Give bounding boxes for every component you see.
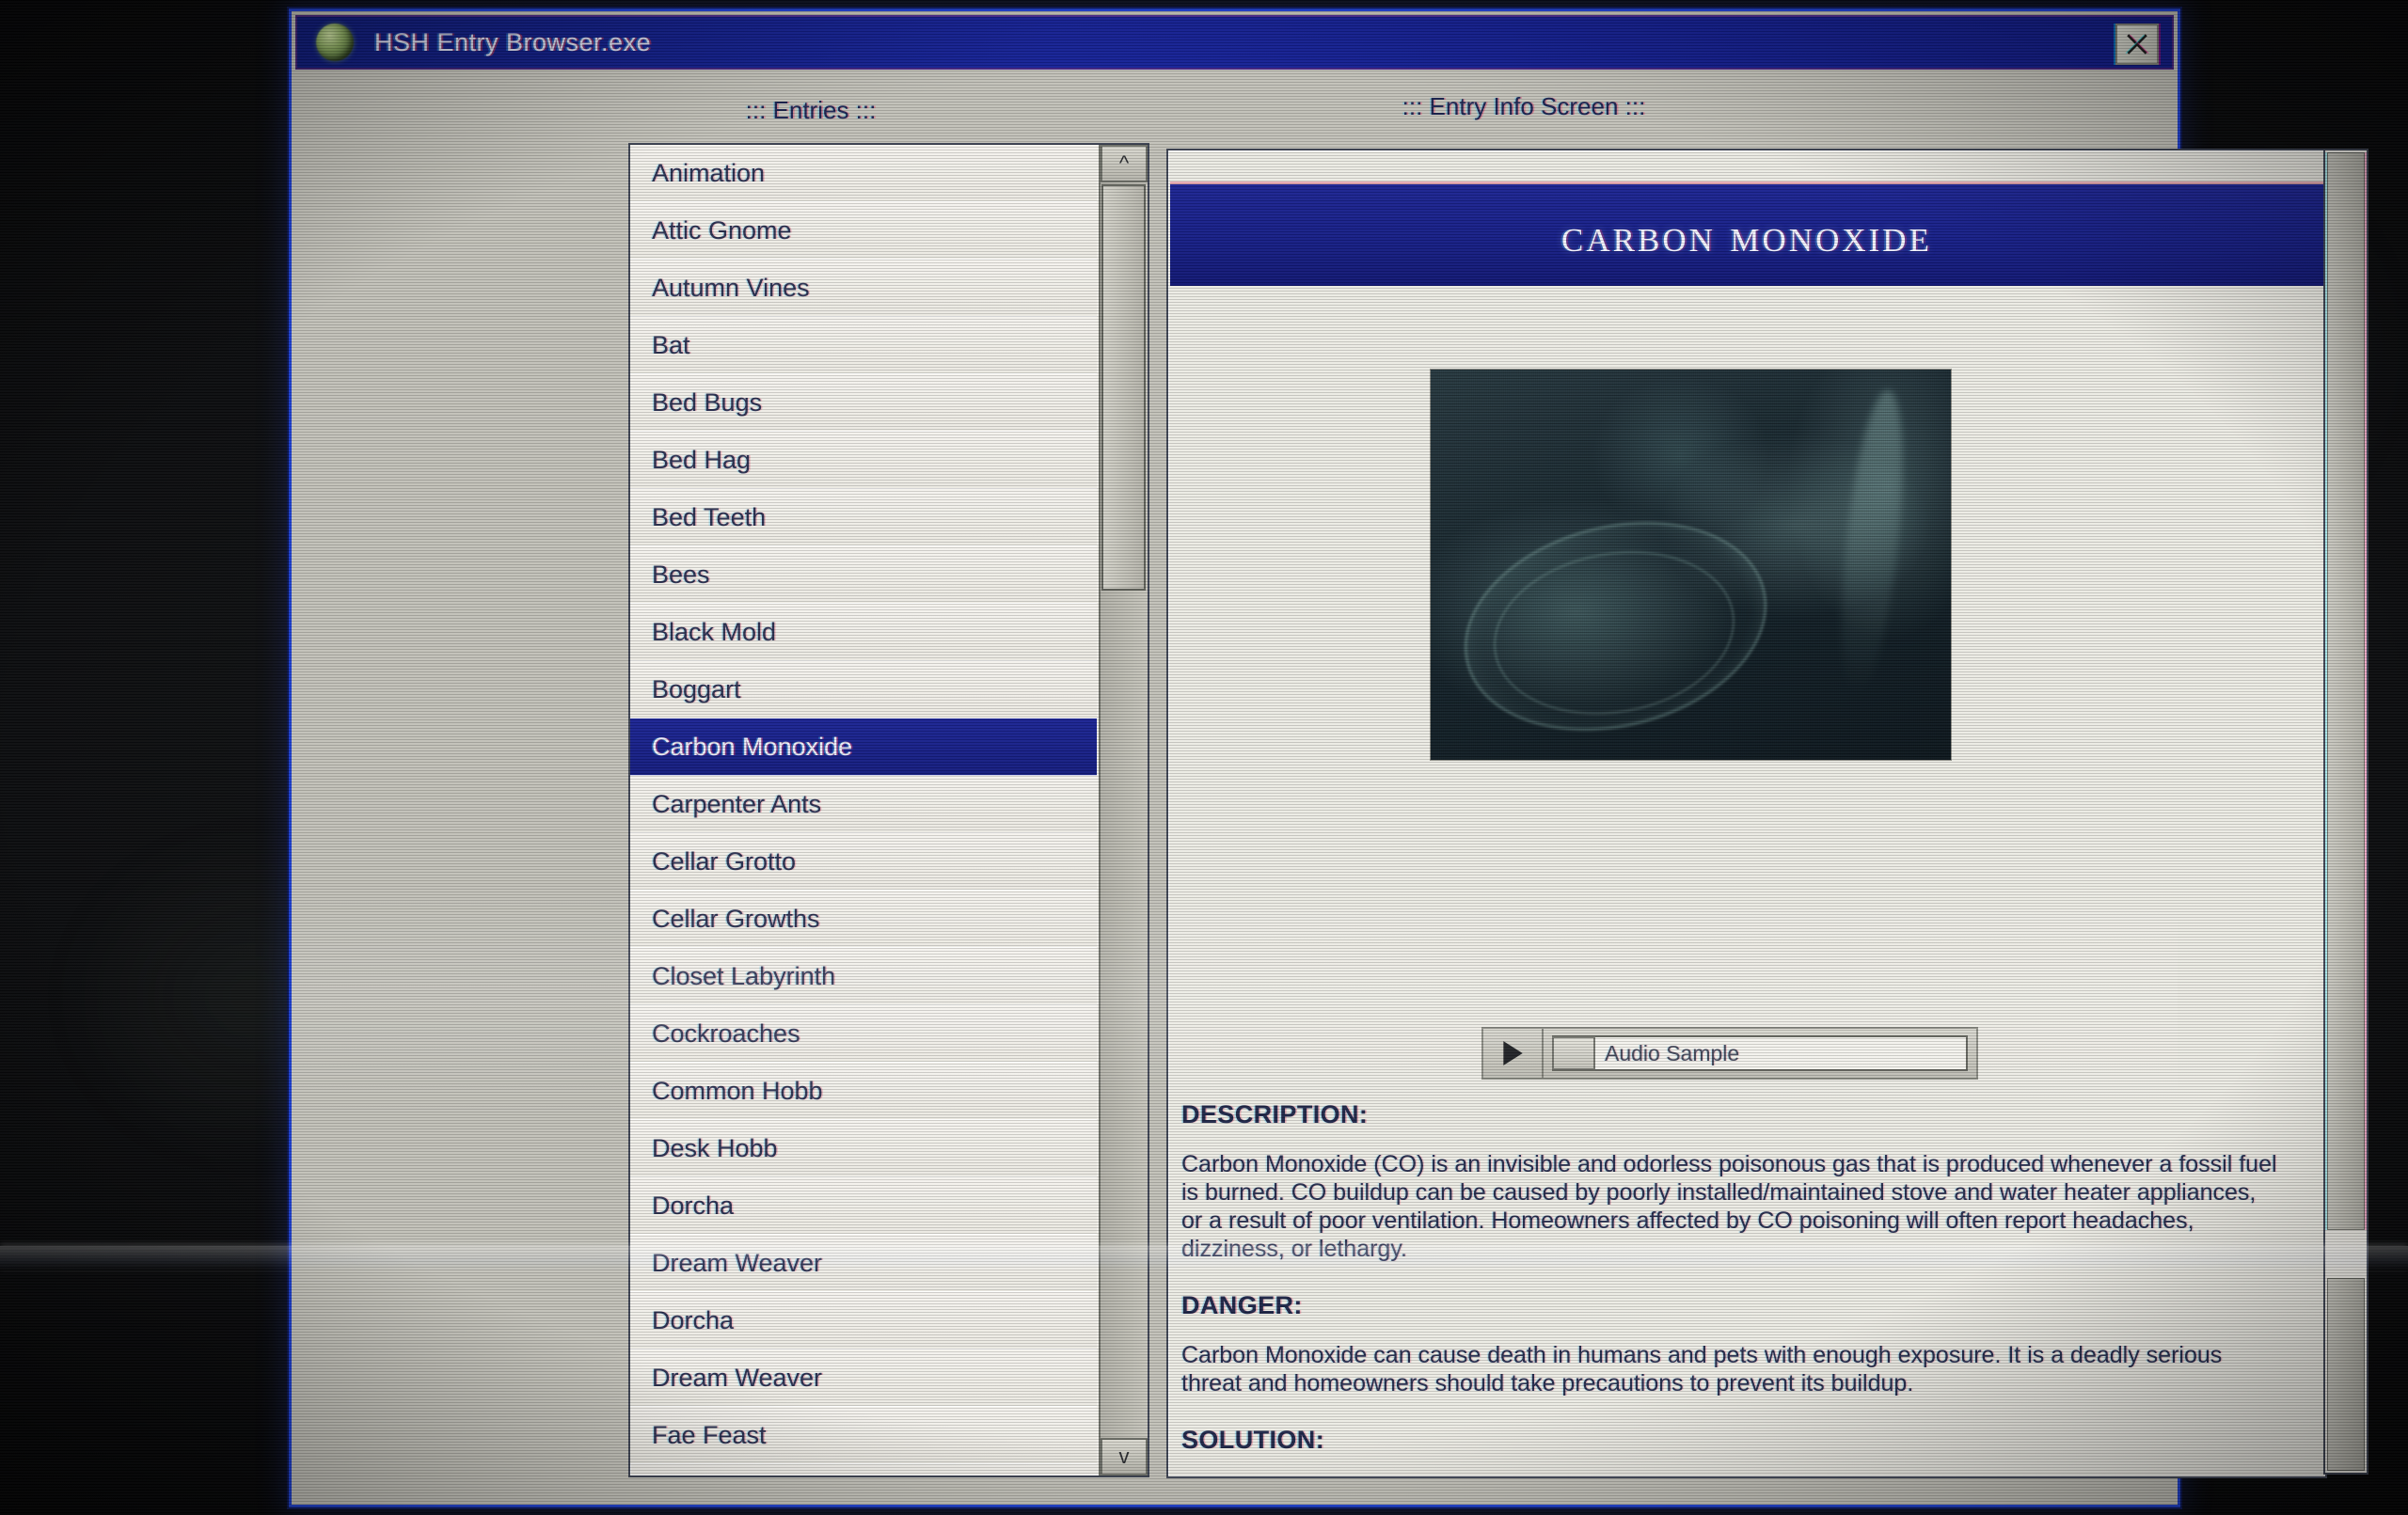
section-body-text: Homeowners affected by the poison should… [1181, 1476, 2280, 1478]
entry-info-panel: Carbon Monoxide Audio Sample DESCRIPTION… [1166, 149, 2327, 1478]
list-item[interactable]: Animation [630, 145, 1097, 202]
list-item[interactable]: Bed Hag [630, 432, 1097, 489]
audio-player[interactable]: Audio Sample [1481, 1027, 1978, 1080]
entry-image [1430, 369, 1952, 761]
play-button[interactable] [1483, 1029, 1544, 1078]
list-item[interactable]: Common Hobb [630, 1063, 1097, 1120]
list-item[interactable]: Desk Hobb [630, 1120, 1097, 1177]
scroll-down-arrow-icon[interactable]: v [1101, 1438, 1148, 1476]
list-item[interactable]: Closet Labyrinth [630, 948, 1097, 1005]
list-item[interactable]: Carpenter Ants [630, 776, 1097, 833]
section-heading: DESCRIPTION: [1181, 1100, 1369, 1128]
section-heading: SOLUTION: [1181, 1426, 1325, 1454]
audio-sample-label: Audio Sample [1605, 1040, 1740, 1065]
green-orb-icon [316, 24, 354, 61]
list-item[interactable]: Cellar Grotto [630, 833, 1097, 891]
entry-title: Carbon Monoxide [1561, 209, 1932, 261]
list-item[interactable]: Bat [630, 317, 1097, 374]
list-item[interactable]: Dorcha [630, 1292, 1097, 1349]
list-item[interactable]: Bed Teeth [630, 489, 1097, 546]
list-item[interactable]: Black Mold [630, 604, 1097, 661]
close-button[interactable] [2115, 24, 2159, 65]
list-item[interactable]: Bees [630, 546, 1097, 604]
section-body-text: Carbon Monoxide (CO) is an invisible and… [1181, 1151, 2277, 1262]
list-item[interactable]: Carbon Monoxide [630, 718, 1097, 776]
image-grain-overlay [1431, 370, 1951, 760]
entry-title-banner: Carbon Monoxide [1170, 184, 2323, 286]
entry-text-sections: DESCRIPTION: Carbon Monoxide (CO) is an i… [1181, 1100, 2310, 1478]
list-item[interactable]: Dorcha [630, 1177, 1097, 1235]
list-item[interactable]: Cockroaches [630, 1005, 1097, 1063]
window-title: HSH Entry Browser.exe [374, 27, 652, 56]
scrollbar-thumb[interactable] [1101, 184, 1146, 591]
entries-scrollbar[interactable]: ^ v [1099, 145, 1148, 1476]
info-scrollbar-lower-thumb[interactable] [2327, 1278, 2365, 1471]
list-item[interactable]: Attic Gnome [630, 202, 1097, 260]
entries-list[interactable]: Animation Attic Gnome Autumn Vines Bat Bed B… [630, 145, 1097, 1476]
info-panel-header: ::: Entry Info Screen ::: [1402, 92, 1646, 120]
list-item[interactable]: Dream Weaver [630, 1349, 1097, 1407]
close-icon [2125, 34, 2149, 55]
list-item[interactable]: Dream Weaver [630, 1235, 1097, 1292]
title-bar[interactable]: HSH Entry Browser.exe [295, 15, 2174, 70]
application-window: HSH Entry Browser.exe ::: Entries ::: ::… [292, 11, 2368, 1505]
play-icon [1503, 1041, 1523, 1065]
audio-slider-thumb[interactable] [1552, 1035, 1595, 1070]
audio-slider-track[interactable]: Audio Sample [1552, 1035, 1968, 1071]
section-heading: DANGER: [1181, 1291, 1303, 1319]
list-item[interactable]: Fae Feast [630, 1407, 1097, 1464]
list-item[interactable]: Cellar Growths [630, 891, 1097, 948]
entries-list-panel: Animation Attic Gnome Autumn Vines Bat Bed B… [628, 143, 1149, 1477]
entries-panel-header: ::: Entries ::: [745, 96, 877, 124]
list-item[interactable]: Autumn Vines [630, 260, 1097, 317]
section-body-text: Carbon Monoxide can cause death in human… [1181, 1342, 2223, 1397]
info-scrollbar[interactable] [2323, 149, 2368, 1475]
list-item[interactable]: Bed Bugs [630, 374, 1097, 432]
scroll-up-arrow-icon[interactable]: ^ [1101, 145, 1148, 182]
list-item[interactable]: Boggart [630, 661, 1097, 718]
info-scrollbar-thumb[interactable] [2327, 152, 2365, 1230]
